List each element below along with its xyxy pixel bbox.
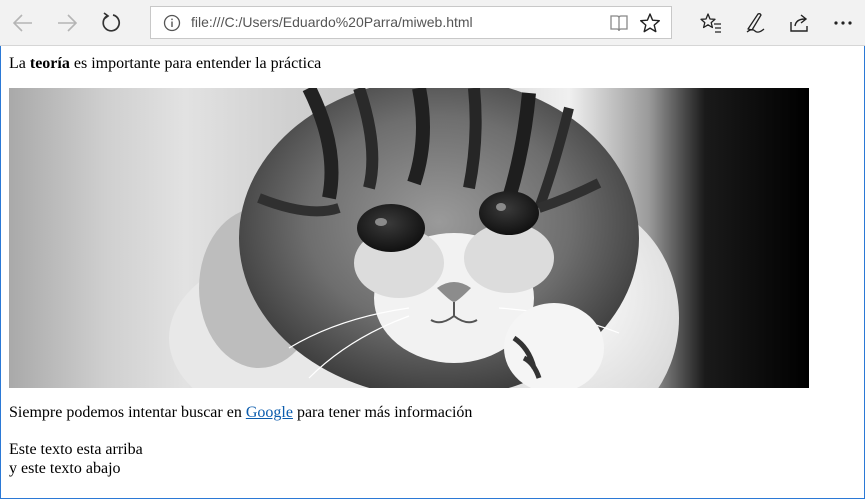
google-link[interactable]: Google	[246, 404, 293, 421]
share-icon	[790, 14, 808, 32]
info-icon[interactable]	[163, 14, 181, 37]
more-dots-icon	[834, 21, 852, 25]
share-button[interactable]	[782, 6, 816, 40]
refresh-button[interactable]	[94, 6, 128, 40]
pen-icon	[746, 13, 765, 33]
text-lines-paragraph: Este texto esta arriba y este texto abajo	[9, 440, 143, 478]
para2-after: para tener más información	[292, 404, 473, 421]
para1-after: es importante para entender la práctica	[69, 55, 322, 72]
back-button[interactable]	[6, 6, 40, 40]
book-icon[interactable]	[608, 12, 630, 39]
theory-bold: teoría	[29, 55, 70, 72]
forward-button[interactable]	[50, 6, 84, 40]
url-text[interactable]: file:///C:/Users/Eduardo%20Parra/miweb.h…	[191, 7, 473, 38]
more-button[interactable]	[826, 6, 860, 40]
theory-paragraph: La teoría es importante para entender la…	[9, 55, 321, 73]
line-below: y este texto abajo	[9, 460, 121, 477]
arrow-left-icon	[12, 14, 32, 32]
favorites-list-icon	[700, 13, 721, 33]
favorites-button[interactable]	[694, 6, 728, 40]
address-bar[interactable]: file:///C:/Users/Eduardo%20Parra/miweb.h…	[150, 6, 672, 39]
notes-button[interactable]	[738, 6, 772, 40]
para1-before: La	[9, 55, 30, 72]
arrow-right-icon	[58, 14, 78, 32]
para2-before: Siempre podemos intentar buscar en	[9, 404, 246, 421]
page-content: La teoría es importante para entender la…	[0, 46, 865, 499]
line-above: Este texto esta arriba	[9, 441, 143, 458]
browser-toolbar: file:///C:/Users/Eduardo%20Parra/miweb.h…	[0, 0, 865, 46]
refresh-icon	[102, 12, 121, 32]
star-icon[interactable]	[639, 12, 661, 39]
kitten-image	[9, 88, 809, 388]
search-paragraph: Siempre podemos intentar buscar en Googl…	[9, 404, 472, 422]
